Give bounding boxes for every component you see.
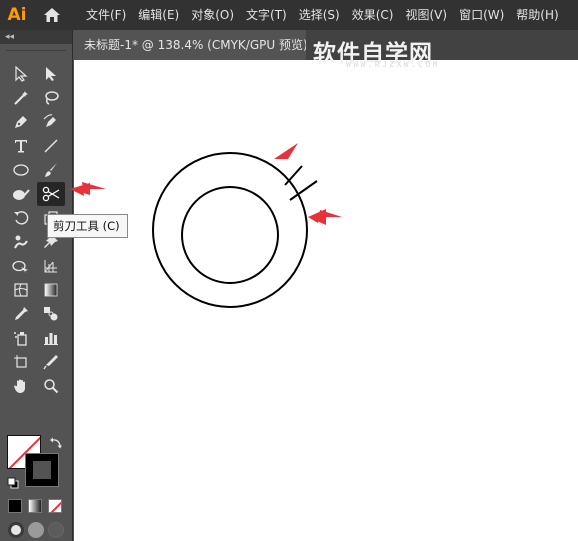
pen-nib-icon <box>13 114 29 130</box>
arrow-outline-icon <box>14 66 28 82</box>
menu-select[interactable]: 选择(S) <box>293 0 346 30</box>
slice-tool[interactable] <box>38 351 64 373</box>
default-colors-icon[interactable] <box>7 474 19 493</box>
magic-wand-tool[interactable] <box>8 87 34 109</box>
collapse-icon[interactable]: ◂◂ <box>5 32 14 42</box>
symbol-sprayer-icon <box>13 330 29 346</box>
artboard-icon <box>13 354 29 370</box>
arrow-solid-icon <box>44 66 58 82</box>
menu-type[interactable]: 文字(T) <box>240 0 293 30</box>
column-graph-icon <box>43 330 59 346</box>
draw-normal-icon[interactable] <box>8 522 24 538</box>
shaper-tool[interactable] <box>8 183 34 205</box>
blend-icon <box>43 306 59 322</box>
app-logo: Ai <box>7 5 27 25</box>
menu-view[interactable]: 视图(V) <box>399 0 453 30</box>
shape-builder-tool[interactable] <box>8 255 34 277</box>
artboard-tool[interactable] <box>8 351 34 373</box>
pen-tool[interactable] <box>8 111 34 133</box>
ellipse-tool[interactable] <box>8 159 34 181</box>
stroke-inner <box>32 460 52 480</box>
scissors-icon <box>42 186 60 202</box>
direct-selection-tool[interactable] <box>38 63 64 85</box>
symbol-sprayer-tool[interactable] <box>8 327 34 349</box>
magnifier-icon <box>43 378 59 394</box>
paintbrush-tool[interactable] <box>38 159 64 181</box>
stroke-color-swatch[interactable] <box>25 453 59 487</box>
rotate-icon <box>13 210 29 226</box>
column-graph-tool[interactable] <box>38 327 64 349</box>
draw-inside-icon[interactable] <box>48 522 64 538</box>
perspective-grid-icon <box>43 258 59 274</box>
color-mode-button[interactable] <box>8 499 22 513</box>
red-arrow-right <box>308 209 342 225</box>
paintbrush-icon <box>43 162 59 178</box>
type-tool[interactable] <box>8 135 34 157</box>
puppet-warp-icon <box>13 234 29 250</box>
tools-panel: ◂◂ <box>0 30 73 541</box>
menu-window[interactable]: 窗口(W) <box>453 0 510 30</box>
perspective-grid-tool[interactable] <box>38 255 64 277</box>
blend-tool[interactable] <box>38 303 64 325</box>
cut-mark-2 <box>289 180 318 201</box>
red-arrow-top <box>274 143 298 159</box>
puppet-warp-tool[interactable] <box>8 231 34 253</box>
home-icon[interactable] <box>40 0 64 30</box>
menu-edit[interactable]: 编辑(E) <box>132 0 185 30</box>
knife-slice-icon <box>43 354 59 370</box>
type-t-icon <box>13 138 29 154</box>
artwork[interactable] <box>74 60 578 541</box>
watermark-url: WWW.RJZXW.COM <box>346 60 440 69</box>
menu-file[interactable]: 文件(F) <box>80 0 132 30</box>
cut-mark-1 <box>284 165 303 186</box>
lasso-tool[interactable] <box>38 87 64 109</box>
inner-circle[interactable] <box>181 186 279 284</box>
zoom-tool[interactable] <box>38 375 64 397</box>
red-arrow-toolbar <box>68 181 108 201</box>
rotate-tool[interactable] <box>8 207 34 229</box>
lasso-icon <box>43 90 59 106</box>
gradient-icon <box>43 282 59 298</box>
draw-behind-icon[interactable] <box>28 522 44 538</box>
menu-bar: Ai 文件(F) 编辑(E) 对象(O) 文字(T) 选择(S) 效果(C) 视… <box>0 0 578 30</box>
shape-builder-icon <box>12 258 30 274</box>
illustrator-window: Ai 文件(F) 编辑(E) 对象(O) 文字(T) 选择(S) 效果(C) 视… <box>0 0 578 541</box>
swap-colors-icon[interactable] <box>50 434 62 453</box>
none-mode-button[interactable] <box>48 499 62 513</box>
menu-help[interactable]: 帮助(H) <box>510 0 564 30</box>
line-segment-icon <box>43 138 59 154</box>
ellipse-icon <box>13 162 29 178</box>
line-segment-tool[interactable] <box>38 135 64 157</box>
hand-tool[interactable] <box>8 375 34 397</box>
hand-icon <box>13 378 29 394</box>
selection-tool[interactable] <box>8 63 34 85</box>
tool-tooltip: 剪刀工具 (C) <box>47 214 128 238</box>
menu-effect[interactable]: 效果(C) <box>346 0 400 30</box>
artboard-canvas[interactable] <box>74 60 578 541</box>
curvature-tool[interactable] <box>38 111 64 133</box>
curvature-pen-icon <box>43 114 59 130</box>
mesh-icon <box>13 282 29 298</box>
gradient-mode-button[interactable] <box>28 499 42 513</box>
divider <box>6 50 66 51</box>
menu-object[interactable]: 对象(O) <box>185 0 240 30</box>
mesh-tool[interactable] <box>8 279 34 301</box>
shaper-icon <box>12 186 30 202</box>
gradient-tool[interactable] <box>38 279 64 301</box>
document-tab[interactable]: 未标题-1* @ 138.4% (CMYK/GPU 预览) <box>74 30 306 60</box>
none-slash-icon <box>50 501 61 512</box>
scissors-tool[interactable] <box>37 182 65 206</box>
magic-wand-icon <box>13 90 29 106</box>
panel-collapse-bar[interactable]: ◂◂ <box>0 30 72 44</box>
eyedropper-tool[interactable] <box>8 303 34 325</box>
eyedropper-icon <box>13 306 29 322</box>
